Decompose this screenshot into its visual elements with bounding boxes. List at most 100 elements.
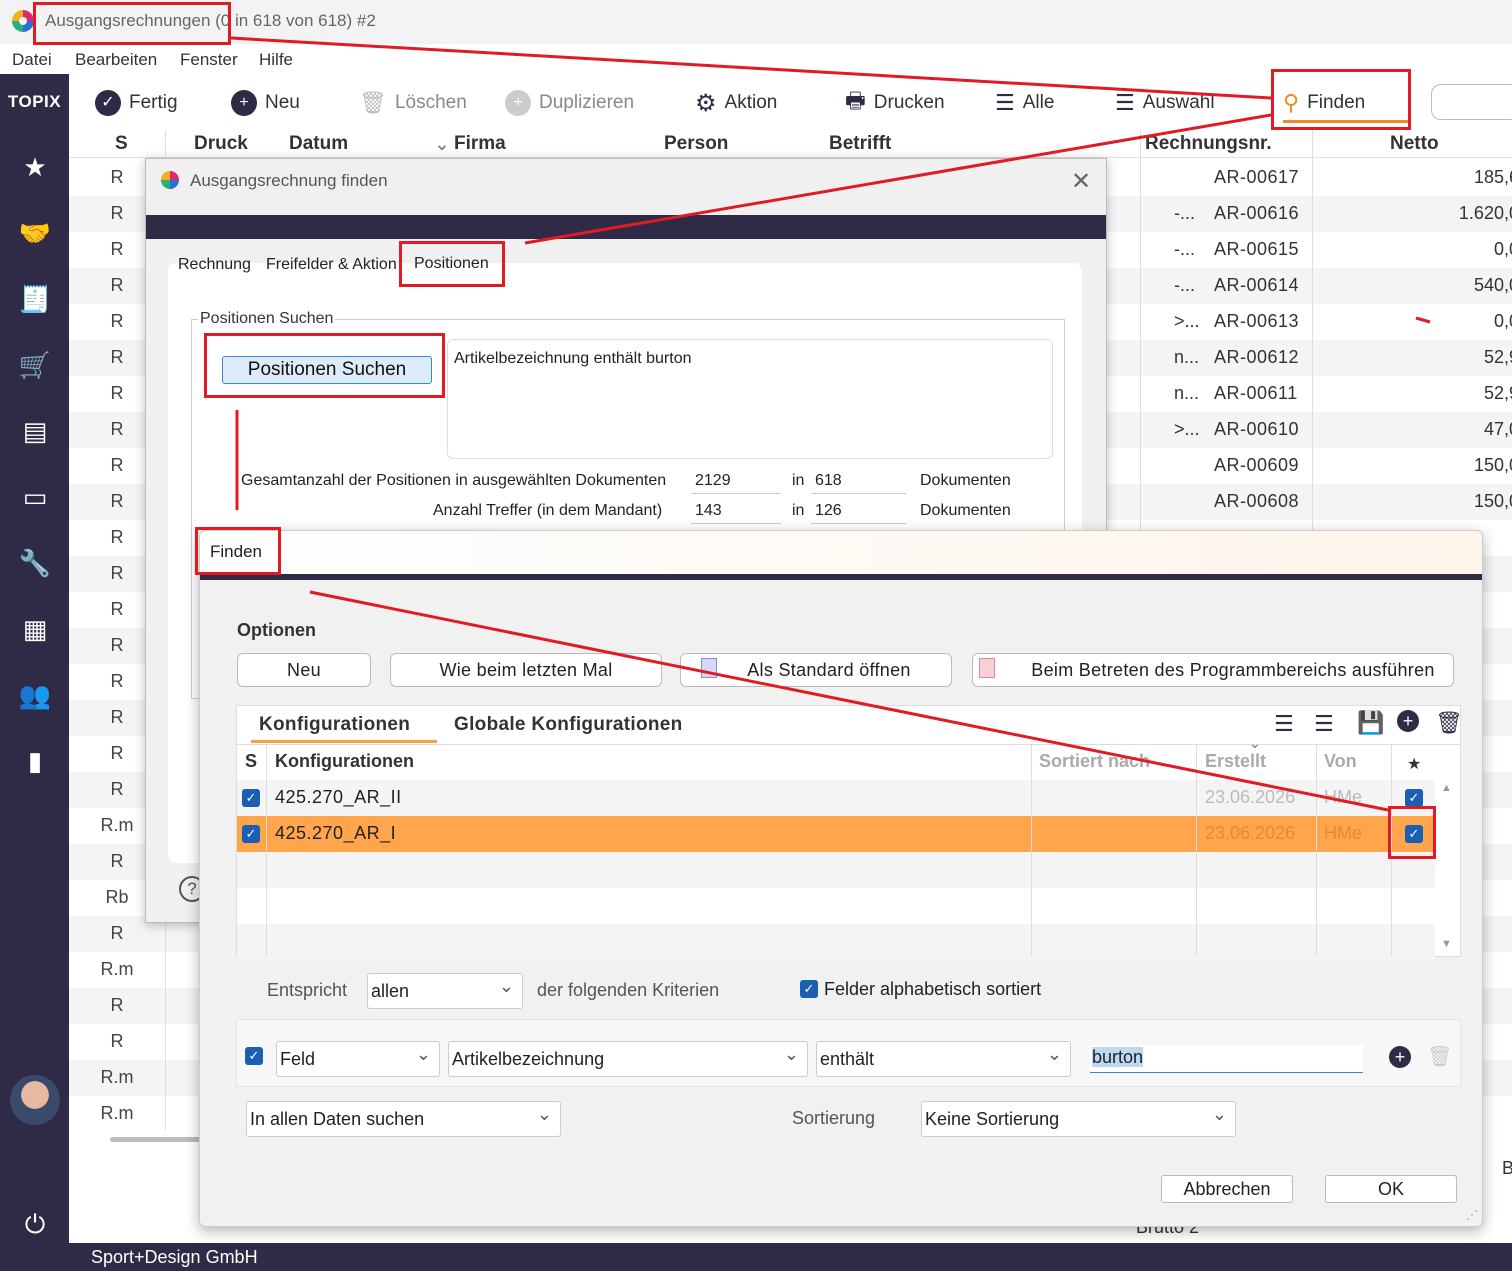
tab-globale-konfigurationen[interactable]: Globale Konfigurationen xyxy=(454,714,683,736)
col-druck[interactable]: Druck xyxy=(194,133,248,155)
ok-button[interactable]: OK xyxy=(1325,1175,1457,1203)
resize-grip-icon[interactable]: ⋰ xyxy=(1466,1208,1478,1222)
col-s[interactable]: S xyxy=(245,751,257,772)
as-standard-button[interactable]: Als Standard öffnen xyxy=(680,653,952,687)
neu-button[interactable]: + Neu xyxy=(231,88,300,118)
row-netto: 540,00 xyxy=(1473,275,1512,295)
add-row-icon[interactable]: ☰ xyxy=(1274,711,1294,737)
dialog-title: Ausgangsrechnung finden xyxy=(190,171,388,190)
config-name: 425.270_AR_I xyxy=(275,823,397,843)
col-sortiert-nach[interactable]: Sortiert nach xyxy=(1039,751,1150,772)
col-firma[interactable]: Firma xyxy=(454,133,506,155)
alle-button[interactable]: ☰ Alle xyxy=(995,88,1054,118)
criterion-checkbox[interactable]: ✓ xyxy=(245,1047,263,1065)
cart-icon[interactable]: 🛒 xyxy=(18,348,52,382)
inbox-icon[interactable]: ▭ xyxy=(18,480,52,514)
insert-row-icon[interactable]: ☰ xyxy=(1314,711,1334,737)
col-von[interactable]: Von xyxy=(1324,751,1357,772)
company-name: Sport+Design GmbH xyxy=(91,1247,258,1267)
col-divider xyxy=(266,744,267,956)
match-select[interactable]: allen xyxy=(367,973,523,1009)
tab-freifelder[interactable]: Freifelder & Aktion xyxy=(266,256,397,274)
total-value: 2129 xyxy=(695,472,731,489)
annotation-box-star-checkbox xyxy=(1388,806,1436,859)
config-select-checkbox[interactable]: ✓ xyxy=(242,825,260,843)
group-label: Positionen Suchen xyxy=(198,310,336,328)
calculator-icon[interactable]: ▦ xyxy=(18,612,52,646)
avatar[interactable] xyxy=(10,1075,60,1125)
hits-value: 143 xyxy=(695,502,722,519)
chart-icon[interactable]: ▮ xyxy=(18,744,52,778)
query-display: Artikelbezeichnung enthält burton xyxy=(447,339,1053,459)
cancel-button[interactable]: Abbrechen xyxy=(1161,1175,1293,1203)
col-netto[interactable]: Netto xyxy=(1390,133,1439,155)
people-icon[interactable]: 👥 xyxy=(18,678,52,712)
field-type-select[interactable]: Feld xyxy=(276,1041,440,1077)
row-rechnungsnr: AR-00608 xyxy=(1214,491,1300,511)
row-rechnungsnr: AR-00610 xyxy=(1214,419,1300,439)
config-row[interactable]: ✓ 425.270_AR_II 23.06.2026 HMe ✓ xyxy=(237,780,1435,816)
col-rechnungsnr[interactable]: Rechnungsnr. xyxy=(1145,133,1272,155)
row-rechnungsnr: AR-00613 xyxy=(1214,311,1300,331)
menu-fenster[interactable]: Fenster xyxy=(180,50,238,70)
col-star[interactable]: ★ xyxy=(1407,754,1421,774)
add-circle-icon[interactable]: + xyxy=(1397,710,1419,732)
row-netto: 52,94 xyxy=(1483,347,1512,367)
grid-divider xyxy=(1312,130,1313,530)
row-betrifft: n... xyxy=(1174,347,1200,367)
add-criterion-icon[interactable]: + xyxy=(1389,1046,1411,1068)
config-select-checkbox[interactable]: ✓ xyxy=(242,789,260,807)
on-enter-button[interactable]: Beim Betreten des Programmbereichs ausfü… xyxy=(972,653,1454,687)
scope-select[interactable]: In allen Daten suchen xyxy=(246,1101,561,1137)
check-icon: ✓ xyxy=(95,90,121,116)
neu-config-button[interactable]: Neu xyxy=(237,653,371,687)
alpha-sort-checkbox[interactable]: ✓ xyxy=(800,980,818,998)
config-row[interactable]: ✓ 425.270_AR_I 23.06.2026 HMe ✓ xyxy=(237,816,1435,852)
scroll-up-icon[interactable]: ▲ xyxy=(1441,782,1452,794)
power-icon[interactable]: ⏻ xyxy=(18,1207,52,1241)
auswahl-button[interactable]: ☰ Auswahl xyxy=(1115,88,1215,118)
delete-criterion-icon[interactable]: 🗑 xyxy=(1427,1044,1452,1069)
duplizieren-button[interactable]: + Duplizieren xyxy=(505,88,634,118)
total-docs-underline xyxy=(811,493,906,494)
invoice-icon[interactable]: 🧾 xyxy=(18,282,52,316)
field-name-select[interactable]: Artikelbezeichnung xyxy=(448,1041,808,1077)
loeschen-button[interactable]: 🗑 Löschen xyxy=(359,88,467,118)
config-star-checkbox[interactable]: ✓ xyxy=(1405,789,1423,807)
fertig-button[interactable]: ✓ Fertig xyxy=(95,88,178,118)
drucken-button[interactable]: 🖶 Drucken xyxy=(845,88,945,118)
warehouse-icon[interactable]: ▤ xyxy=(18,414,52,448)
col-s[interactable]: S xyxy=(115,133,128,155)
aktion-button[interactable]: ⚙ Aktion xyxy=(695,88,777,118)
menu-hilfe[interactable]: Hilfe xyxy=(259,50,293,70)
close-icon[interactable]: ✕ xyxy=(1071,167,1091,196)
search-value-input[interactable]: burton xyxy=(1090,1045,1363,1073)
row-rechnungsnr: AR-00615 xyxy=(1214,239,1300,259)
star-icon[interactable]: ★ xyxy=(18,150,52,184)
tab-konfigurationen[interactable]: Konfigurationen xyxy=(259,714,410,736)
menu-datei[interactable]: Datei xyxy=(12,50,52,70)
last-time-button[interactable]: Wie beim letzten Mal xyxy=(390,653,662,687)
filter-list-icon: ☰ xyxy=(1115,90,1135,115)
col-person[interactable]: Person xyxy=(664,133,728,155)
quick-search-input[interactable] xyxy=(1431,84,1512,120)
col-datum[interactable]: Datum xyxy=(289,133,348,155)
printer-icon: 🖶 xyxy=(845,88,866,113)
annotation-box-finden xyxy=(1271,69,1411,130)
row-status: R.m xyxy=(100,1067,134,1087)
handshake-icon[interactable]: 🤝 xyxy=(18,216,52,250)
tab-rechnung[interactable]: Rechnung xyxy=(178,256,251,274)
col-erstellt[interactable]: Erstellt xyxy=(1205,751,1266,772)
col-betrifft[interactable]: Betrifft xyxy=(829,133,891,155)
menu-bearbeiten[interactable]: Bearbeiten xyxy=(75,50,157,70)
col-konfigurationen[interactable]: Konfigurationen xyxy=(275,751,414,772)
document-icon xyxy=(701,658,717,678)
wrench-icon[interactable]: 🔧 xyxy=(18,546,52,580)
sort-select[interactable]: Keine Sortierung xyxy=(921,1101,1236,1137)
row-netto: 1.620,00 xyxy=(1458,203,1512,223)
fertig-label: Fertig xyxy=(129,92,178,113)
operator-select[interactable]: enthält xyxy=(816,1041,1071,1077)
scroll-down-icon[interactable]: ▼ xyxy=(1441,938,1452,950)
trash-icon[interactable]: 🗑 xyxy=(1435,710,1463,736)
save-icon[interactable]: 💾 xyxy=(1357,710,1384,736)
